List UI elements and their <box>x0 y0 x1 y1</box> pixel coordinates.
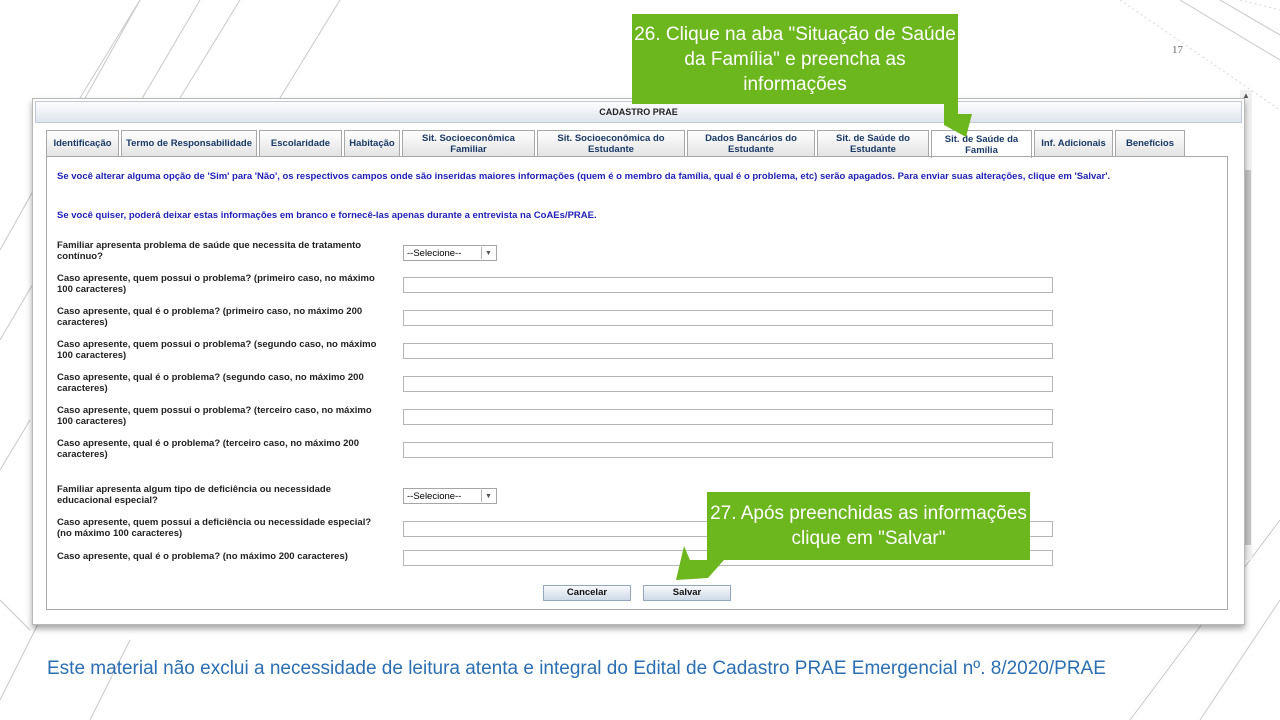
callout-step-27: 27. Após preenchidas as informações cliq… <box>707 492 1030 560</box>
callout-step-26: 26. Clique na aba "Situação de Saúde da … <box>632 14 958 104</box>
callout-arrows <box>676 98 972 580</box>
callout-step-27-text: 27. Após preenchidas as informações cliq… <box>710 503 1027 549</box>
callout-step-26-text: 26. Clique na aba "Situação de Saúde da … <box>634 23 956 95</box>
footer-note: Este material não exclui a necessidade d… <box>47 658 1106 679</box>
